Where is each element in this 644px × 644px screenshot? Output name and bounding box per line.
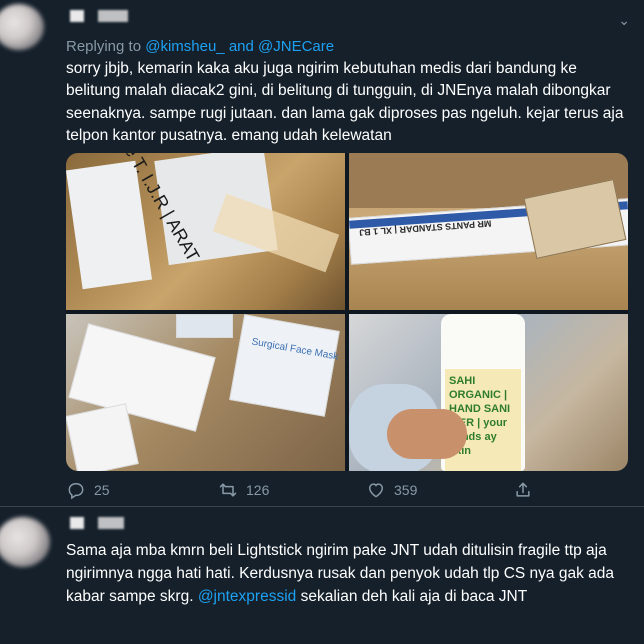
like-button[interactable]: 359 [366,480,417,500]
replying-to: Replying to @kimsheu_ and @JNECare [66,38,334,55]
tweet-reply-2[interactable]: Sama aja mba kmrn beli Lightstick ngirim… [0,507,644,644]
hand [387,409,467,459]
replying-and: and [228,38,254,55]
like-icon [368,483,384,498]
tweet-text: Sama aja mba kmrn beli Lightstick ngirim… [66,539,628,608]
replying-label: Replying to [66,38,142,55]
photo-torn-package[interactable]: e T. I.J.R | ARAT [66,153,345,310]
display-name-redacted[interactable] [70,10,84,22]
retweet-icon [219,483,237,497]
tweet-text: sorry jbjb, kemarin kaka aku juga ngirim… [66,60,624,145]
reply-icon [68,483,84,500]
tweet-actions: 25 126 359 [66,480,606,504]
photo-face-masks[interactable]: Surgical Face Mask [66,314,345,471]
retweet-button[interactable]: 126 [218,480,269,500]
mention-jntexpressid[interactable]: @jntexpressid [198,588,296,605]
mask-box [229,314,340,417]
mention-kimsheu[interactable]: @kimsheu_ [145,38,224,55]
username-redacted[interactable] [98,517,124,529]
photo-box-tape[interactable]: MR PANTS STANDAR | XL 1 BJ [349,153,628,310]
photo-hand-sanitizer[interactable]: SAHI ORGANIC | HAND SANI IZER | your han… [349,314,628,471]
reply-button[interactable]: 25 [66,480,110,500]
display-name-redacted[interactable] [70,517,84,529]
mention-jnecare[interactable]: @JNECare [258,38,334,55]
avatar[interactable] [0,4,44,50]
username-redacted[interactable] [98,10,128,22]
packing-tape [212,193,340,273]
chevron-down-icon[interactable]: ⌄ [618,12,630,29]
mask-packet [176,314,233,338]
share-button[interactable] [513,480,533,500]
reply-count: 25 [94,482,110,498]
retweet-count: 126 [246,482,270,498]
tweet-reply-1[interactable]: ⌄ Replying to @kimsheu_ and @JNECare sor… [0,0,644,507]
tweet-text-part: sekalian deh kali aja di baca JNT [300,588,528,605]
media-grid[interactable]: e T. I.J.R | ARAT MR PANTS STANDAR | XL … [66,153,628,471]
like-count: 359 [394,482,418,498]
share-icon [516,482,530,497]
avatar[interactable] [0,517,50,567]
small-package [66,403,139,471]
